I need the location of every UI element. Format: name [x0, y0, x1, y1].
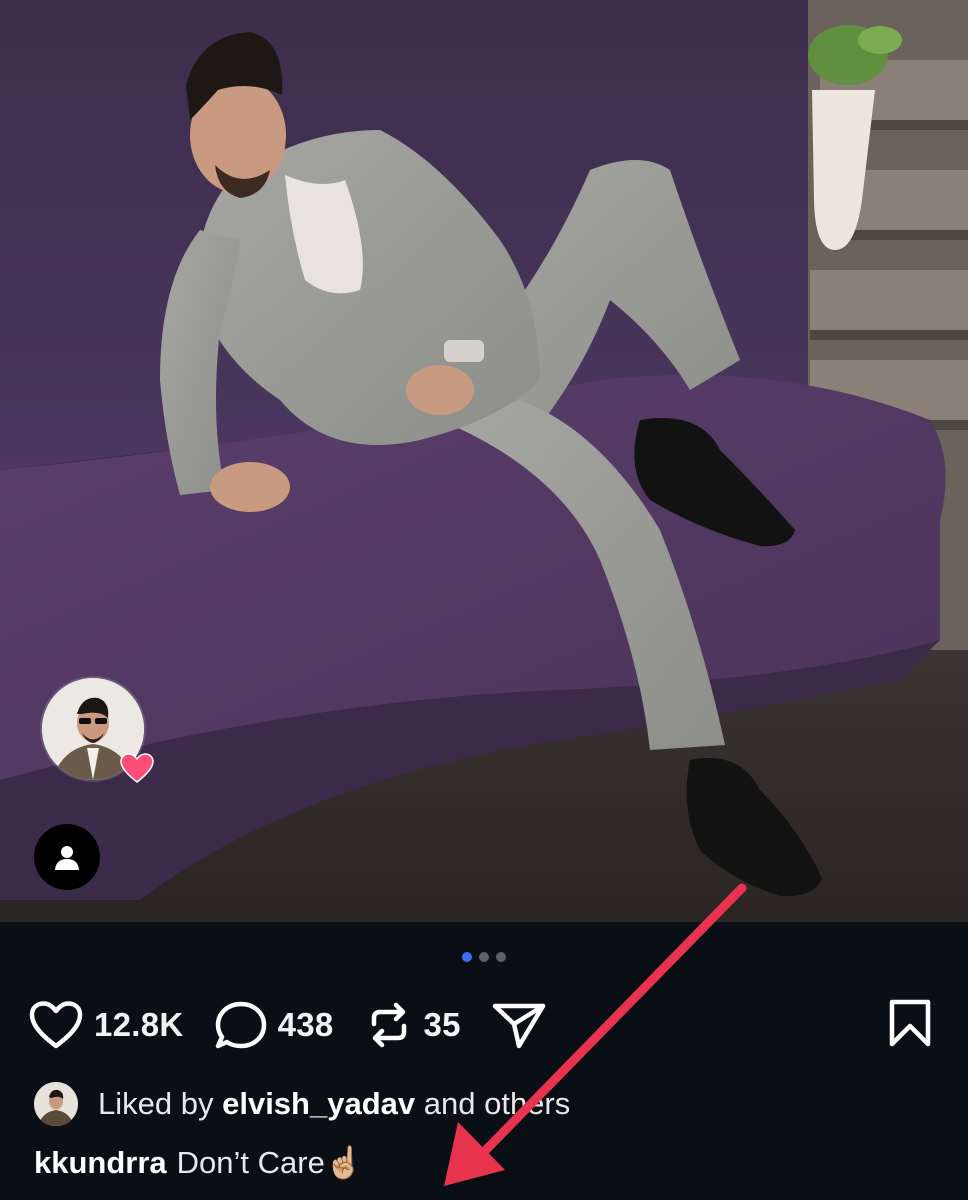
- send-icon: [492, 1003, 546, 1049]
- carousel-dot-3[interactable]: [496, 952, 506, 962]
- comments-count[interactable]: 438: [278, 1006, 334, 1044]
- pointing-up-emoji: ☝🏼: [324, 1145, 364, 1180]
- save-button[interactable]: [886, 998, 934, 1053]
- heart-badge-icon: [120, 753, 154, 783]
- carousel-dot-1[interactable]: [462, 952, 472, 962]
- liked-by-username[interactable]: elvish_yadav: [222, 1086, 415, 1122]
- photo-illustration: [0, 0, 968, 922]
- repost-icon: [371, 1002, 406, 1048]
- likes-count[interactable]: 12.8K: [94, 1006, 184, 1044]
- carousel-dot-2[interactable]: [479, 952, 489, 962]
- liked-by-row[interactable]: Liked by elvish_yadav and others: [34, 1082, 570, 1126]
- comment-button[interactable]: 438: [214, 1000, 334, 1050]
- avatar-portrait: [34, 1082, 78, 1126]
- heart-outline-icon: [29, 1001, 83, 1049]
- carousel-indicator: [0, 952, 968, 962]
- reposts-count[interactable]: 35: [424, 1006, 461, 1044]
- share-button[interactable]: [491, 1000, 547, 1050]
- post-action-bar: 12.8K 438 35: [28, 996, 577, 1054]
- like-button[interactable]: 12.8K: [28, 1000, 184, 1050]
- liked-by-prefix: Liked by: [98, 1086, 214, 1121]
- person-icon: [55, 846, 79, 870]
- comment-bubble-icon: [215, 1001, 266, 1049]
- repost-button[interactable]: 35: [364, 1000, 461, 1050]
- caption-username[interactable]: kkundrra: [34, 1145, 167, 1181]
- liked-by-suffix[interactable]: and others: [424, 1086, 571, 1122]
- caption-text: Don’t Care: [176, 1144, 325, 1180]
- post-caption: kkundrra Don’t Care ☝🏼: [34, 1144, 363, 1181]
- user-tags-button[interactable]: [34, 824, 100, 890]
- bookmark-icon: [889, 999, 931, 1047]
- post-photo[interactable]: [0, 0, 968, 922]
- liked-by-avatar[interactable]: [34, 1082, 78, 1126]
